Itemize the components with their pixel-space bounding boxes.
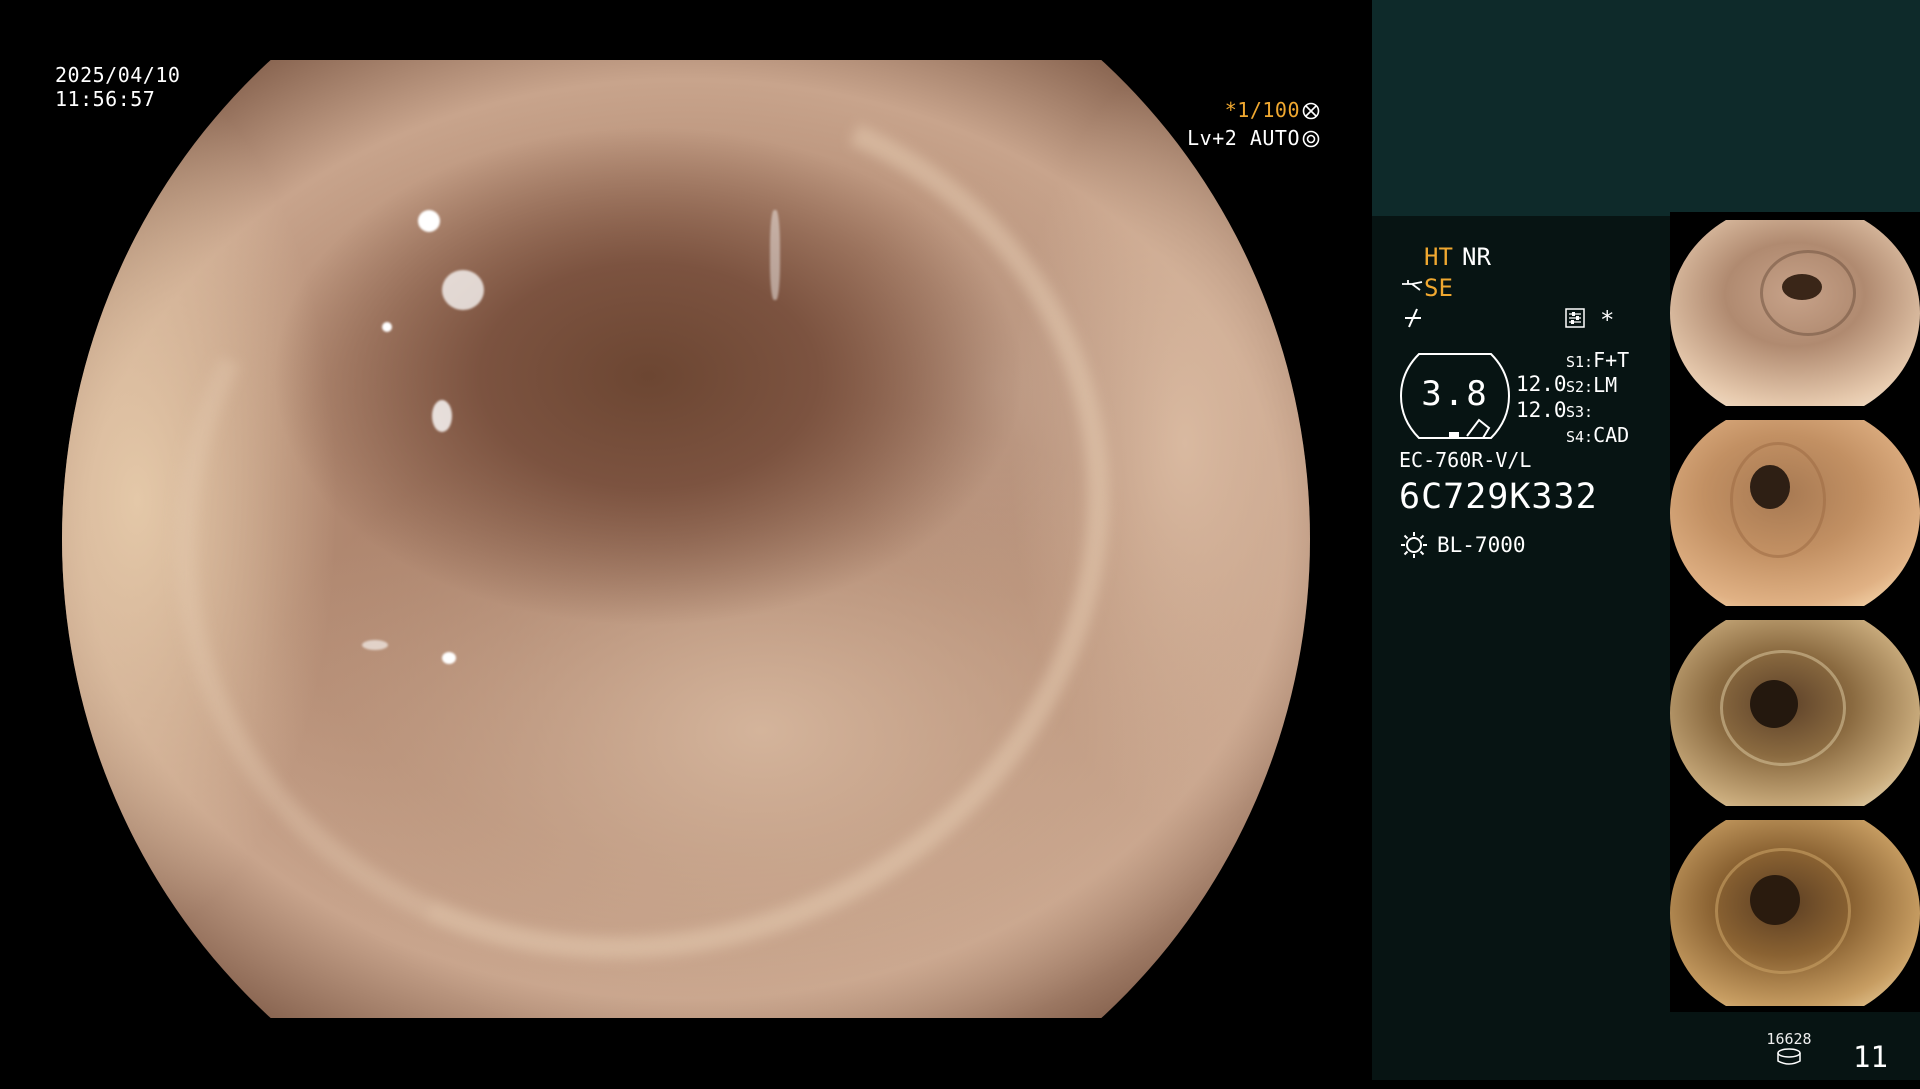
time-label: 11:56:57: [55, 87, 156, 111]
scope-model: EC-760R-V/L: [1399, 448, 1532, 472]
captured-thumbnail[interactable]: [1670, 212, 1920, 412]
main-endoscope-view: 2025/04/10 11:56:57 *1/100 Lv+2 AUTO: [0, 0, 1372, 1089]
switch-3-label: S3:: [1566, 403, 1594, 421]
gauge-setting-2: 12.0: [1516, 398, 1567, 422]
gauge-value: 3.8: [1421, 374, 1489, 414]
switch-4: S4:CAD: [1566, 423, 1629, 447]
shutter-indicator: *1/100: [1160, 98, 1320, 122]
scissor-electrode-icon: [1402, 280, 1423, 291]
storage-icon: [1777, 1048, 1801, 1065]
light-source-label: BL-7000: [1437, 533, 1526, 557]
switch-1-value: F+T: [1593, 348, 1630, 372]
iris-mode-label: AUTO: [1249, 126, 1300, 150]
switch-4-value: CAD: [1593, 423, 1630, 447]
page-number: 11: [1853, 1040, 1888, 1074]
freeze-icon: [1405, 308, 1421, 328]
menu-settings-icon: [1565, 308, 1585, 328]
date-time-stamp: 2025/04/10 11:56:57: [55, 63, 180, 111]
switch-2-value: LM: [1593, 373, 1618, 397]
shutter-dial-icon: [1302, 102, 1320, 120]
iris-level-label: Lv+2: [1187, 126, 1238, 150]
switch-1: S1:F+T: [1566, 348, 1629, 372]
switch-4-label: S4:: [1566, 428, 1594, 446]
image-count: 16628: [1766, 1030, 1812, 1048]
captured-thumbnail[interactable]: [1670, 412, 1920, 612]
shutter-speed-label: *1/100: [1224, 98, 1300, 122]
switch-3: S3:: [1566, 398, 1593, 422]
switch-1-label: S1:: [1566, 353, 1594, 371]
captured-thumbnail[interactable]: [1670, 612, 1920, 812]
switch-2: S2:LM: [1566, 373, 1617, 397]
info-panel-header: [1372, 0, 1920, 216]
asterisk-indicator: *: [1600, 306, 1615, 334]
switch-2-label: S2:: [1566, 378, 1594, 396]
light-source-icon: [1401, 532, 1427, 558]
scope-serial: 6C729K332: [1399, 477, 1598, 517]
ht-mode-label: HT: [1424, 243, 1453, 271]
iris-indicator: Lv+2 AUTO: [1150, 126, 1320, 150]
date-label: 2025/04/10: [55, 63, 181, 87]
iris-icon: [1302, 130, 1320, 148]
captured-thumbnail[interactable]: [1670, 812, 1920, 1012]
nr-mode-label: NR: [1462, 243, 1491, 271]
se-mode-label: SE: [1424, 274, 1453, 302]
gauge-setting-1: 12.0: [1516, 372, 1567, 396]
